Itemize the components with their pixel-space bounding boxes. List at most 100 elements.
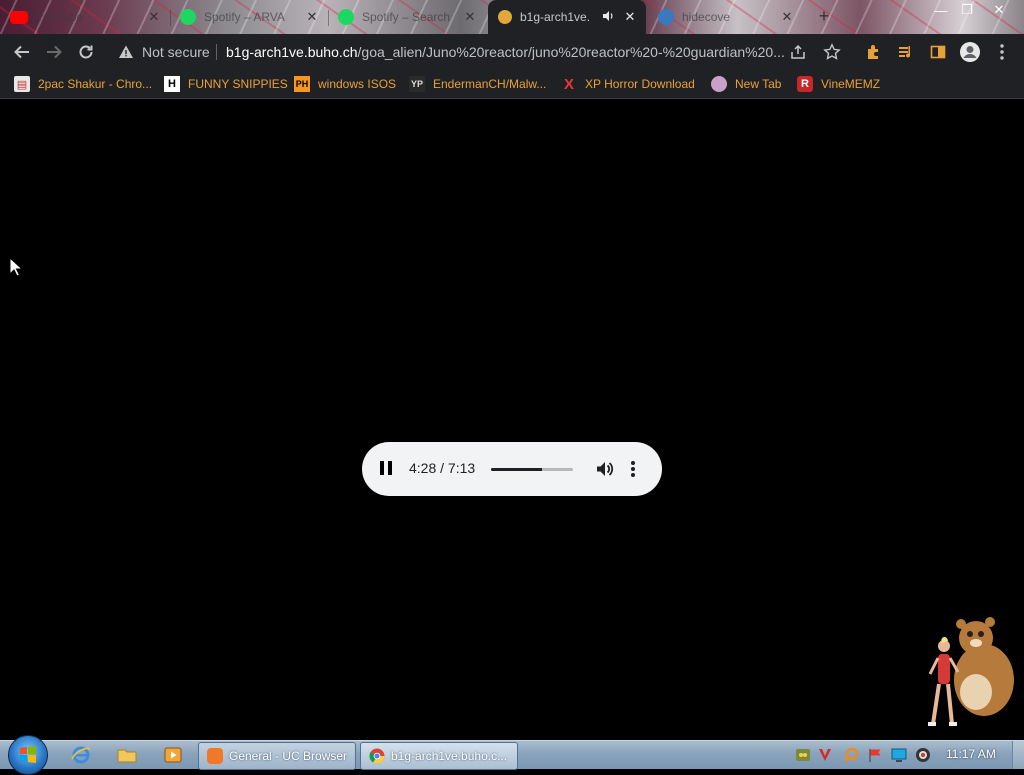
address-bar[interactable]: Not secure b1g-arch1ve.buho.ch/goa_alien… [108,38,856,66]
tab-spotify-search[interactable]: Spotify – Search ✕ [328,2,486,32]
close-window-button[interactable]: ✕ [986,0,1012,20]
mouse-cursor-icon [9,257,23,277]
bookmark-endermanch[interactable]: YP EndermanCH/Malw... [409,76,546,92]
profile-avatar-icon[interactable] [958,40,982,64]
tab-label: YouTube [36,10,84,24]
bookmark-label: VineMEMZ [821,77,881,91]
uc-browser-icon [207,748,223,764]
tray-v-icon[interactable] [816,746,834,764]
tab-strip: YouTube ✕ Spotify – ARVA ✕ Spotify – Sea… [0,0,1024,34]
bookmark-vinememz[interactable]: R VineMEMZ [797,76,880,92]
chrome-icon [369,748,385,764]
tab-label: hidecove [682,10,731,24]
time-display: 4:28 / 7:13 [409,460,476,476]
warning-icon[interactable] [118,44,134,65]
tray-app-icon[interactable] [794,746,812,764]
windows-logo-icon [20,746,36,763]
bookmark-funny-snippies[interactable]: H FUNNY SNIPPIES [164,76,288,92]
url-path: /goa_alien/Juno%20reactor/juno%20reactor… [357,44,785,60]
tray-speaker-icon[interactable] [914,746,932,764]
tray-search-icon[interactable] [842,746,860,764]
forward-button[interactable] [42,40,66,64]
volume-icon [597,462,614,476]
restore-button[interactable]: ❐ [954,0,980,20]
start-button[interactable] [8,735,48,775]
spotify-icon [338,9,354,25]
bookmark-label: 2pac Shakur - Chro... [38,77,153,91]
back-button[interactable] [10,40,34,64]
bookmark-2pac[interactable]: ▤ 2pac Shakur - Chro... [14,76,152,92]
tray-flag-icon[interactable] [866,746,884,764]
yp-favicon-icon: YP [409,76,425,92]
youtube-icon [10,10,28,24]
bookmark-label: windows ISOS [318,77,397,91]
forward-arrow-icon [47,45,62,59]
task-chrome[interactable]: b1g-arch1ve.buho.c... [360,742,518,770]
media-control-icon[interactable] [894,40,918,64]
minimize-button[interactable]: — [928,0,954,20]
internet-explorer-icon[interactable] [66,743,96,767]
show-desktop-button[interactable] [1012,741,1024,769]
bookmark-windows-isos[interactable]: PH windows ISOS [294,76,396,92]
tab-hidecove[interactable]: hidecove ✕ [648,2,803,32]
kebab-icon [631,461,635,477]
back-arrow-icon [14,45,29,59]
close-icon[interactable]: ✕ [779,9,795,25]
extensions-icon[interactable] [862,40,886,64]
site-favicon-icon [498,10,512,24]
side-panel-icon[interactable] [926,40,950,64]
ph-favicon-icon: PH [294,76,310,92]
star-icon[interactable] [820,40,844,64]
new-tab-button[interactable]: + [812,6,836,28]
audio-player: 4:28 / 7:13 [362,442,662,496]
bookmarks-bar: ▤ 2pac Shakur - Chro... H FUNNY SNIPPIES… [0,70,1024,99]
reload-icon [79,45,93,59]
file-explorer-icon[interactable] [112,743,142,767]
share-icon[interactable] [786,40,810,64]
media-player-icon[interactable] [158,743,188,767]
task-label: b1g-arch1ve.buho.c... [391,749,508,763]
bookmark-label: FUNNY SNIPPIES [188,77,288,91]
menu-kebab-icon[interactable] [990,40,1014,64]
close-icon[interactable]: ✕ [462,9,478,25]
tab-b1g-archive[interactable]: b1g-arch1ve. ✕ [488,0,646,34]
close-icon[interactable]: ✕ [622,9,638,25]
security-label[interactable]: Not secure [142,44,210,60]
newtab-favicon-icon [711,76,727,92]
pause-button[interactable] [380,461,396,477]
desktop-sticker-image [928,617,1014,726]
close-icon[interactable]: ✕ [304,9,320,25]
browser-toolbar: Not secure b1g-arch1ve.buho.ch/goa_alien… [0,34,1024,70]
windows-taskbar: General - UC Browser b1g-arch1ve.buho.c.… [0,735,1024,775]
tab-label: Spotify – ARVA [204,10,285,24]
tray-monitor-icon[interactable] [890,746,908,764]
task-label: General - UC Browser [229,749,348,763]
bookmark-label: New Tab [735,77,782,91]
bookmark-favicon-icon: ▤ [14,76,30,92]
pause-icon [380,461,384,475]
h-favicon-icon: H [164,76,180,92]
seek-slider[interactable] [491,468,573,471]
volume-button[interactable] [594,459,614,484]
tab-label: Spotify – Search [362,10,451,24]
close-icon[interactable]: ✕ [146,9,162,25]
bookmark-label: XP Horror Download [585,77,695,91]
bookmark-label: EndermanCH/Malw... [433,77,547,91]
url-text[interactable]: b1g-arch1ve.buho.ch/goa_alien/Juno%20rea… [226,44,786,60]
tab-spotify[interactable]: Spotify – ARVA ✕ [170,2,328,32]
bookmark-new-tab[interactable]: New Tab [711,76,781,92]
globe-icon [658,9,674,25]
taskbar-clock[interactable]: 11:17 AM [946,747,996,761]
spotify-icon [180,9,196,25]
task-uc-browser[interactable]: General - UC Browser [198,742,356,770]
seek-progress [491,468,542,471]
url-host: b1g-arch1ve.buho.ch [226,44,358,60]
x-favicon-icon: X [563,75,574,93]
more-options-button[interactable] [630,459,636,484]
page-content: 4:28 / 7:13 [0,99,1024,740]
bookmark-xp-horror[interactable]: X XP Horror Download [561,75,695,93]
reload-button[interactable] [74,40,98,64]
speaker-icon[interactable] [602,10,614,25]
tab-youtube[interactable]: YouTube ✕ [0,2,170,32]
r-favicon-icon: R [797,76,813,92]
